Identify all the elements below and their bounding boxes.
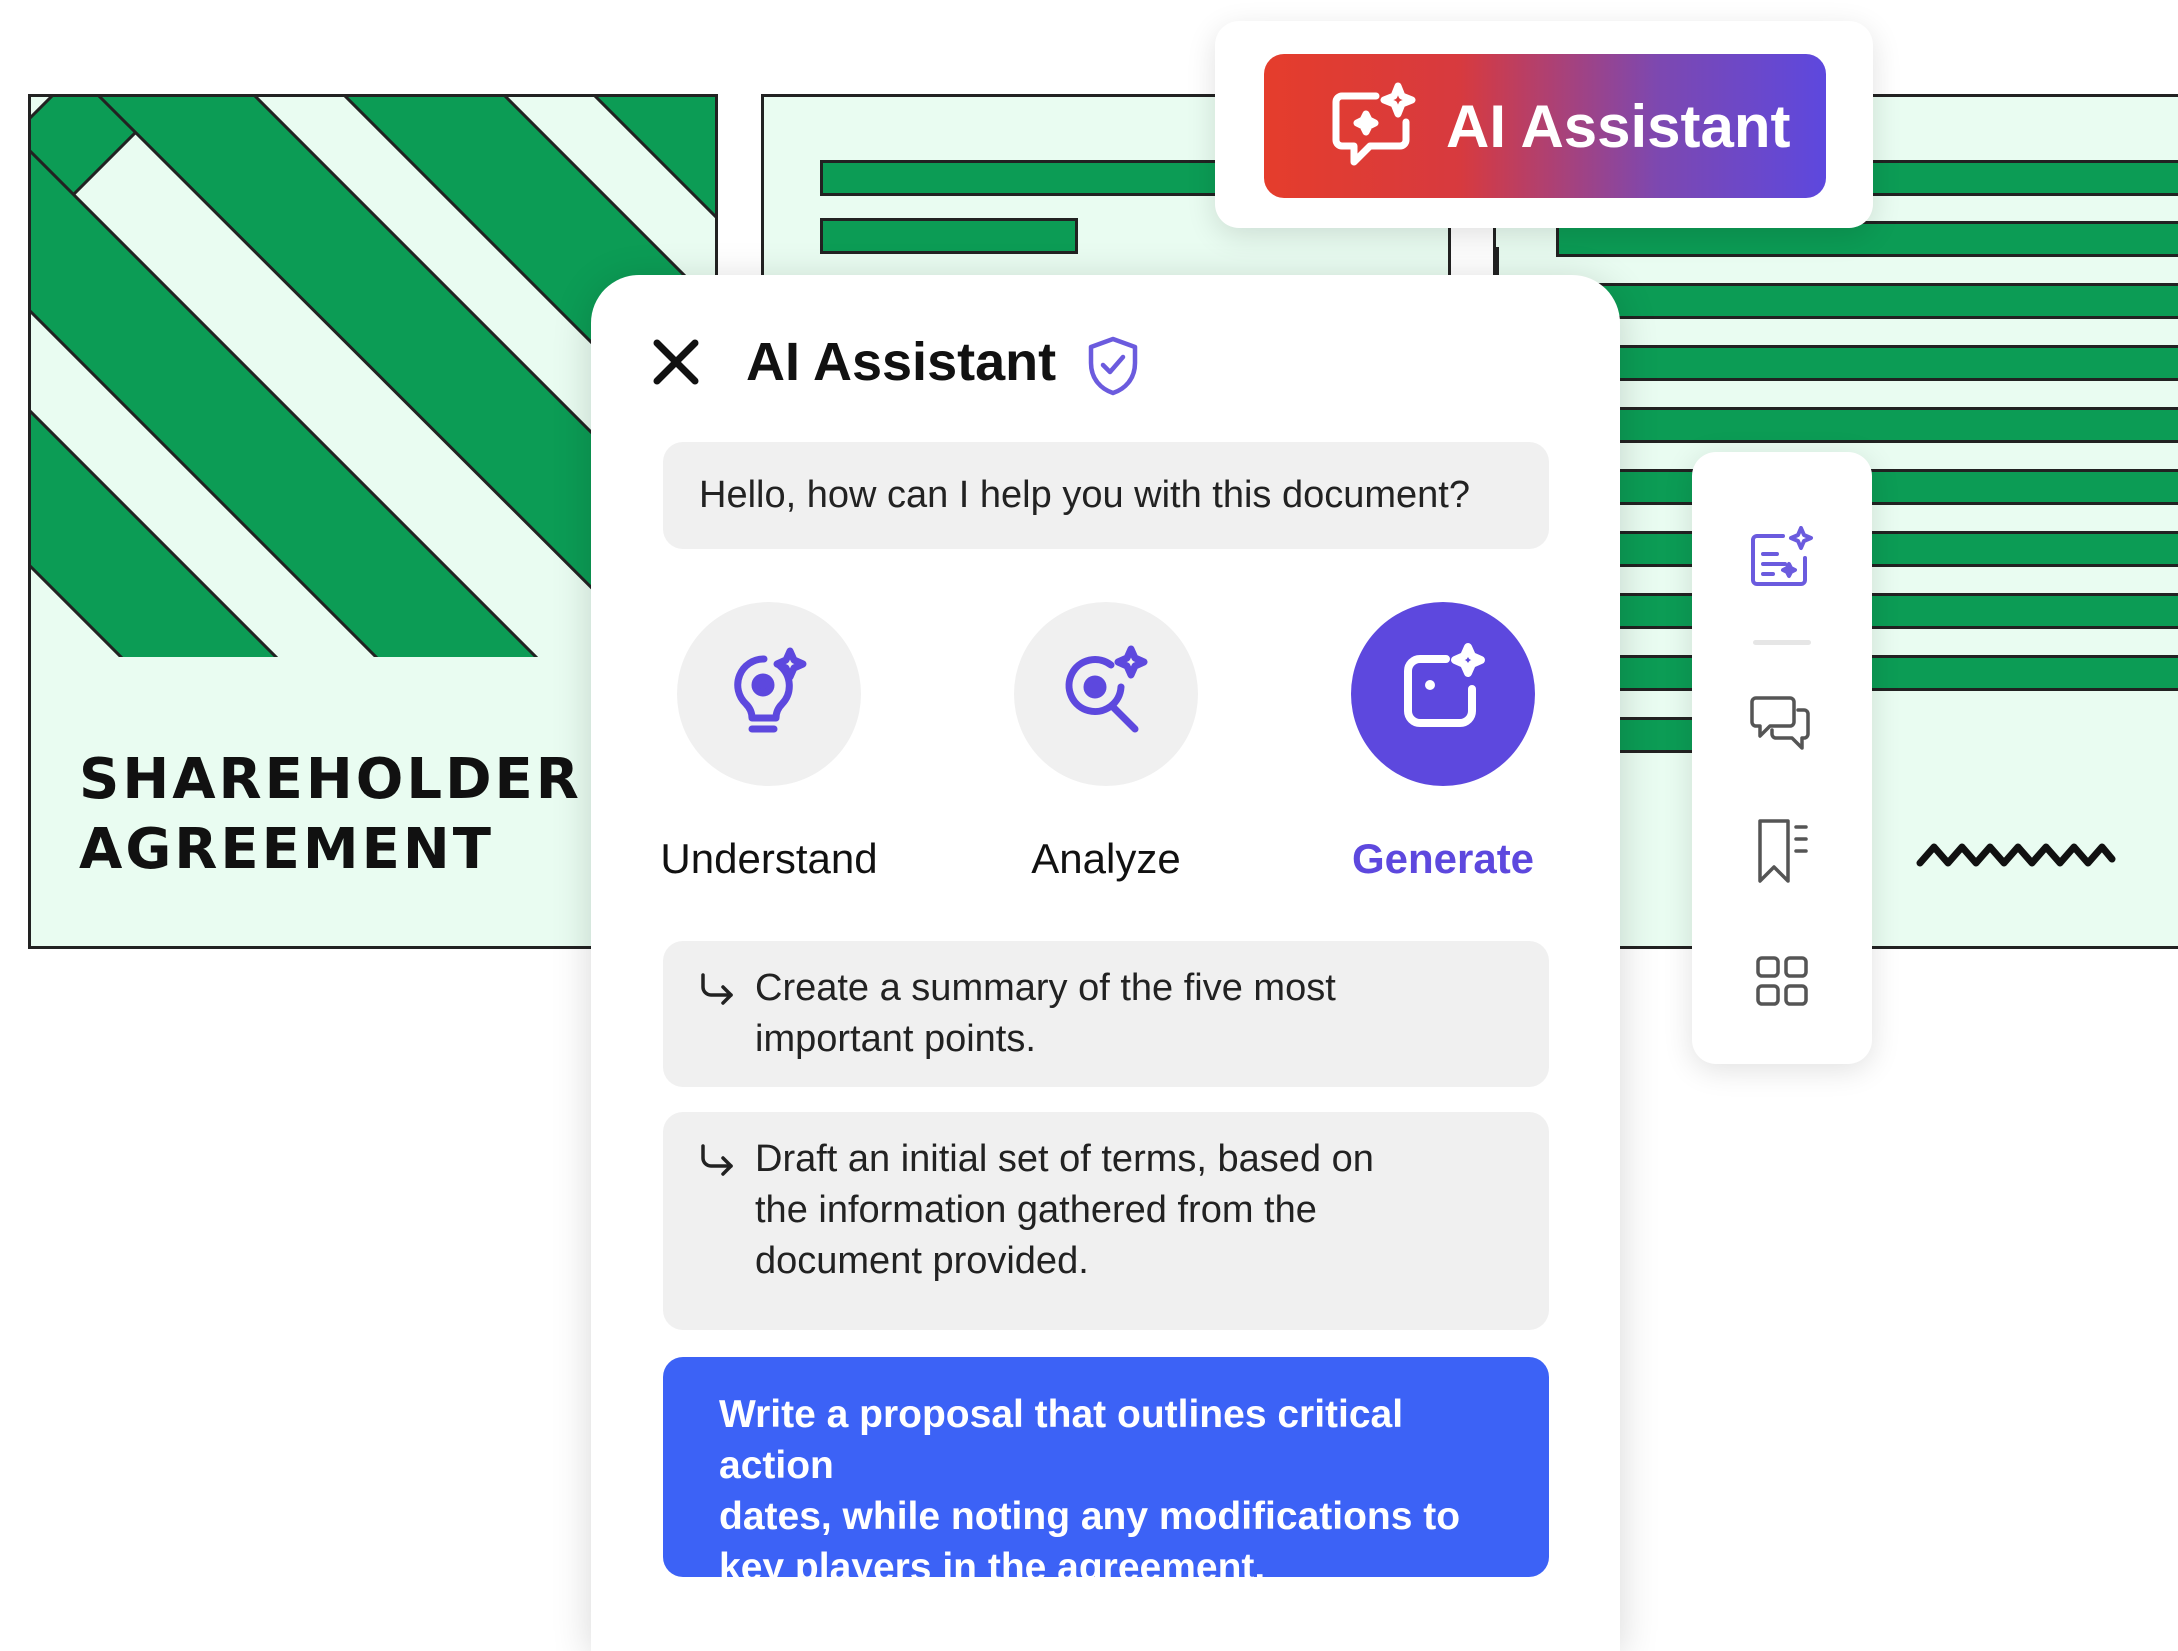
text-line-bar (1556, 345, 2178, 381)
generate-label: Generate (1351, 835, 1535, 882)
suggestion-text: Draft an initial set of terms, based on (755, 1138, 1374, 1180)
shield-check-icon (1085, 335, 1141, 402)
lightbulb-sparkle-icon (714, 637, 824, 752)
understand-label: Understand (660, 835, 878, 882)
suggestion-text: Create a summary of the five most (755, 967, 1336, 1009)
ai-assistant-badge-button[interactable]: AI Assistant (1264, 54, 1826, 198)
analyze-label: Analyze (1031, 835, 1181, 882)
text-line-bar (820, 218, 1078, 254)
analyze-button[interactable] (1014, 602, 1198, 786)
reply-arrow-icon (697, 1142, 737, 1196)
panel-title: AI Assistant (746, 332, 1057, 392)
ai-edit-tool[interactable] (1732, 510, 1832, 610)
text-line-bar (1556, 407, 2178, 443)
generate-sparkle-icon (1388, 637, 1498, 752)
close-icon[interactable] (651, 337, 701, 392)
bookmark-icon (1750, 817, 1814, 892)
signature-squiggle (1916, 843, 2116, 867)
understand-button[interactable] (677, 602, 861, 786)
document-title: SHAREHOLDER AGREEMENT (79, 745, 582, 885)
prompt-text: dates, while noting any modifications to (719, 1495, 1461, 1538)
ai-chat-sparkle-icon (1328, 82, 1420, 170)
title-line-2: AGREEMENT (79, 817, 494, 882)
proposal-prompt[interactable]: Write a proposal that outlines critical … (663, 1357, 1549, 1589)
comments-tool[interactable] (1732, 674, 1832, 774)
toolbar-divider (1753, 640, 1811, 645)
prompt-text: Write a proposal that outlines critical … (719, 1393, 1404, 1487)
ai-edit-icon (1747, 525, 1817, 595)
suggestion-summary[interactable]: Create a summary of the five most import… (663, 941, 1549, 1087)
grid-icon (1754, 954, 1810, 1015)
magnifier-sparkle-icon (1051, 637, 1161, 752)
title-line-1: SHAREHOLDER (79, 747, 582, 812)
ai-assistant-panel: AI Assistant Hello, how can I help you w… (591, 275, 1620, 1651)
badge-label: AI Assistant (1446, 92, 1791, 160)
greeting-message: Hello, how can I help you with this docu… (663, 442, 1549, 549)
comments-icon (1750, 690, 1814, 759)
suggestion-text: important points. (755, 1018, 1036, 1060)
reply-arrow-icon (697, 971, 737, 1025)
suggestion-draft-terms[interactable]: Draft an initial set of terms, based on … (663, 1112, 1549, 1330)
suggestion-text: the information gathered from the (755, 1189, 1317, 1231)
ai-assistant-badge-card: AI Assistant (1215, 21, 1873, 228)
text-line-bar (1556, 283, 2178, 319)
prompt-text: key players in the agreement. (719, 1546, 1266, 1589)
bookmark-tool[interactable] (1732, 804, 1832, 904)
grid-tool[interactable] (1732, 934, 1832, 1034)
side-toolbar (1692, 452, 1872, 1064)
generate-button[interactable] (1351, 602, 1535, 786)
suggestion-text: document provided. (755, 1240, 1089, 1282)
